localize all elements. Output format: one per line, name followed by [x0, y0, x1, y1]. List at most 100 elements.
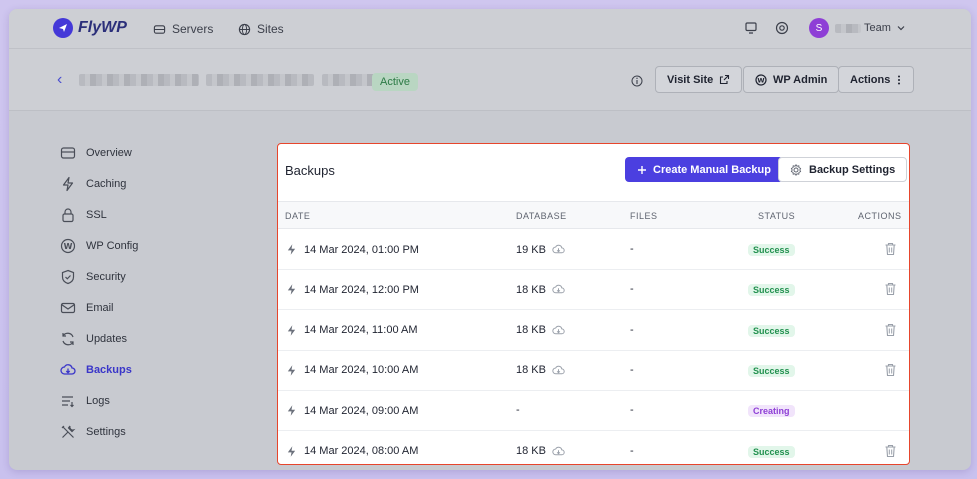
list-icon: [62, 396, 74, 408]
sidebar-item-caching[interactable]: Caching: [60, 176, 210, 192]
nav-servers[interactable]: Servers: [153, 22, 213, 36]
cloud-download-icon[interactable]: [552, 364, 565, 377]
backup-files: -: [630, 323, 634, 336]
backup-date: 14 Mar 2024, 08:00 AM: [304, 445, 419, 457]
trash-icon[interactable]: [884, 282, 897, 296]
logo-text: FlyWP: [78, 19, 127, 36]
backup-database-size: 19 KB: [516, 243, 546, 256]
team-switcher[interactable]: S Team: [809, 18, 905, 38]
team-name-redacted: [835, 23, 861, 33]
backup-date-cell: 14 Mar 2024, 11:00 AM: [285, 324, 418, 337]
refresh-icon: [62, 332, 74, 346]
monitor-button[interactable]: [744, 21, 758, 35]
cloud-download-icon[interactable]: [552, 283, 565, 296]
sidebar-item-label: Caching: [86, 178, 127, 190]
sidebar-item-security[interactable]: Security: [60, 269, 210, 285]
sidebar-item-overview[interactable]: Overview: [60, 145, 210, 161]
cloud-download-icon[interactable]: [552, 324, 565, 337]
create-manual-backup-button[interactable]: Create Manual Backup: [625, 157, 783, 182]
lock-icon: [62, 208, 74, 223]
backup-date: 14 Mar 2024, 12:00 PM: [304, 283, 419, 296]
backup-database-cell: 18 KB: [516, 283, 565, 296]
chevron-down-icon: [897, 26, 905, 31]
lifebuoy-icon: [775, 21, 789, 35]
backup-database-size: 18 KB: [516, 364, 546, 377]
lightning-icon: [287, 445, 296, 457]
more-vertical-icon: [898, 75, 901, 84]
sidebar-item-wp-config[interactable]: W WP Config: [60, 238, 210, 254]
support-button[interactable]: [775, 21, 789, 35]
table-header: DATE DATABASE FILES STATUS ACTIONS: [278, 201, 909, 229]
cloud-download-icon[interactable]: [552, 243, 565, 256]
site-header: ‹ Active Visit Site W WP Admin Actions: [9, 49, 971, 111]
backup-database-cell: -: [516, 404, 520, 416]
sidebar-item-settings[interactable]: Settings: [60, 424, 210, 440]
column-actions: ACTIONS: [858, 211, 902, 221]
external-link-icon: [720, 74, 730, 85]
cloud-download-icon: [60, 364, 76, 375]
status-badge: Active: [372, 73, 418, 91]
gear-icon: [790, 163, 802, 176]
sidebar-item-label: Security: [86, 271, 126, 283]
visit-site-label: Visit Site: [667, 73, 714, 86]
lightning-icon: [287, 244, 296, 255]
backup-date-cell: 14 Mar 2024, 10:00 AM: [285, 364, 418, 377]
sidebar-item-ssl[interactable]: SSL: [60, 207, 210, 223]
nav-servers-label: Servers: [172, 22, 214, 36]
trash-icon[interactable]: [884, 444, 897, 458]
logo[interactable]: FlyWP: [53, 18, 127, 38]
status-badge: Creating: [748, 405, 795, 418]
table-row: 14 Mar 2024, 10:00 AM 18 KB - Success: [278, 351, 909, 391]
backup-database-cell: 18 KB: [516, 364, 565, 377]
actions-label: Actions: [850, 73, 891, 86]
lightning-icon: [287, 324, 296, 336]
column-status: STATUS: [758, 211, 796, 221]
backup-files-cell: -: [630, 324, 634, 336]
backup-date: 14 Mar 2024, 11:00 AM: [304, 324, 418, 337]
sidebar-item-label: Email: [86, 302, 114, 314]
wp-admin-label: WP Admin: [773, 73, 828, 86]
avatar: S: [809, 18, 829, 38]
backup-files: -: [630, 404, 634, 417]
page-title: Backups: [285, 163, 335, 178]
status-badge: Success: [748, 324, 795, 337]
back-arrow-icon[interactable]: ‹: [57, 71, 62, 89]
visit-site-button[interactable]: Visit Site: [655, 66, 743, 93]
backup-database-cell: 18 KB: [516, 445, 565, 458]
info-icon[interactable]: [631, 75, 643, 87]
status-badge: Success: [748, 364, 795, 377]
backup-database-size: 18 KB: [516, 283, 546, 296]
plus-icon: [638, 165, 646, 174]
status-badge: Success: [748, 445, 795, 458]
table-row: 14 Mar 2024, 12:00 PM 18 KB - Success: [278, 270, 909, 311]
trash-icon[interactable]: [884, 363, 897, 377]
sidebar-item-label: Backups: [86, 364, 132, 376]
mail-icon: [60, 302, 76, 314]
team-label: Team: [864, 22, 891, 34]
backup-settings-button[interactable]: Backup Settings: [778, 157, 908, 182]
cloud-download-icon[interactable]: [552, 445, 565, 458]
nav-sites[interactable]: Sites: [238, 22, 284, 36]
sidebar-item-label: Settings: [86, 426, 126, 438]
table-row: 14 Mar 2024, 08:00 AM 18 KB - Success: [278, 432, 909, 465]
sidebar-item-updates[interactable]: Updates: [60, 331, 210, 347]
sidebar-item-logs[interactable]: Logs: [60, 393, 210, 409]
backup-database-size: -: [516, 404, 520, 417]
sidebar-item-label: Updates: [86, 333, 127, 345]
sidebar-item-email[interactable]: Email: [60, 300, 210, 316]
lightning-icon: [62, 176, 74, 192]
wordpress-icon: W: [60, 238, 76, 254]
backup-settings-label: Backup Settings: [809, 163, 896, 176]
column-date: DATE: [285, 211, 311, 221]
trash-icon[interactable]: [884, 242, 897, 256]
wp-admin-button[interactable]: W WP Admin: [743, 66, 840, 93]
backup-date: 14 Mar 2024, 10:00 AM: [304, 364, 419, 377]
site-name-redacted: [79, 74, 386, 89]
sidebar-item-backups[interactable]: Backups: [60, 362, 210, 378]
lightning-icon: [287, 284, 296, 296]
trash-icon[interactable]: [884, 323, 897, 337]
column-files: FILES: [630, 211, 658, 221]
actions-button[interactable]: Actions: [838, 66, 915, 93]
flywp-logo-icon: [53, 18, 73, 38]
status-badge: Success: [748, 244, 795, 256]
